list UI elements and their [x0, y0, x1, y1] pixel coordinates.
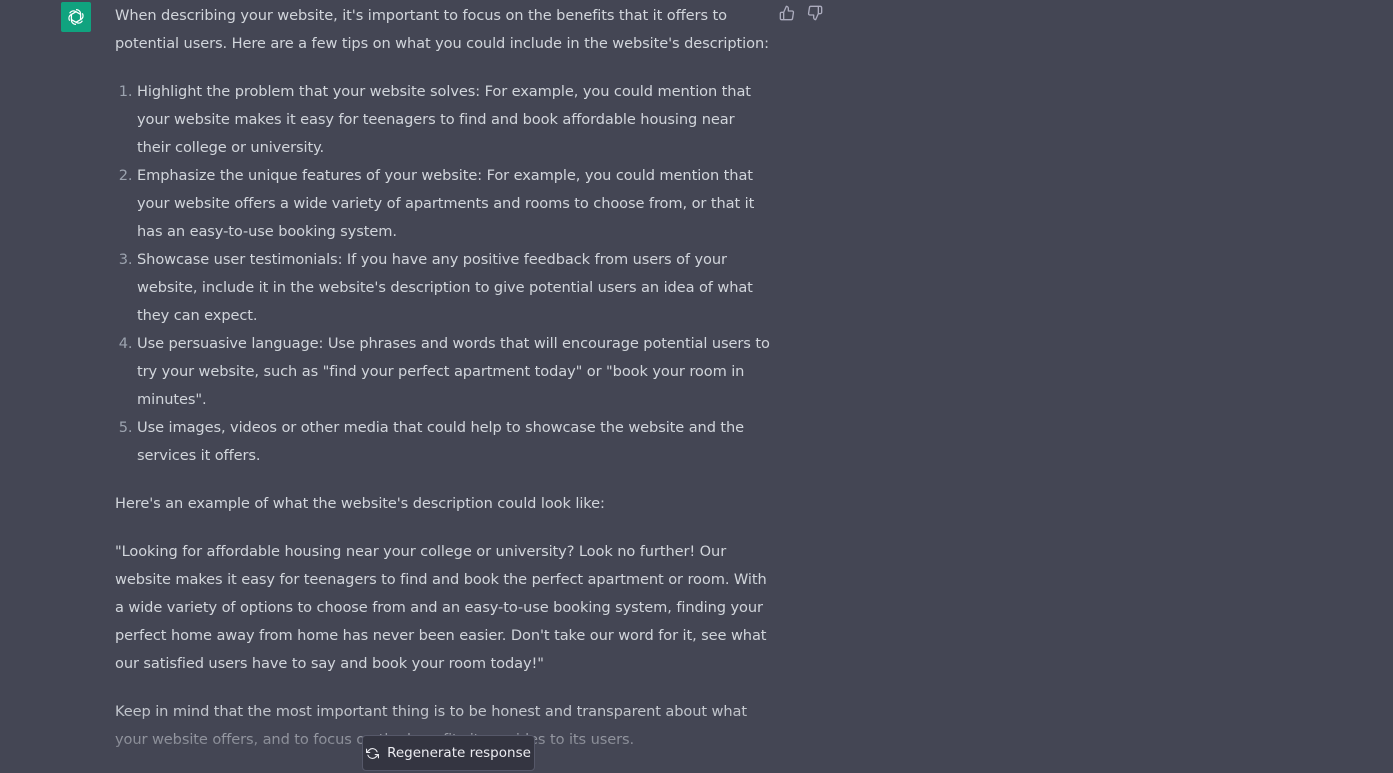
chat-response-view: When describing your website, it's impor… [0, 0, 1393, 773]
thumbs-up-button[interactable] [778, 4, 796, 22]
assistant-message: When describing your website, it's impor… [115, 2, 771, 773]
list-item: Use images, videos or other media that c… [137, 414, 771, 470]
assistant-avatar [61, 2, 91, 32]
regenerate-label: Regenerate response [387, 745, 531, 761]
list-item: Showcase user testimonials: If you have … [137, 246, 771, 330]
example-description: "Looking for affordable housing near you… [115, 543, 767, 672]
example-intro: Here's an example of what the website's … [115, 495, 605, 512]
list-item: Highlight the problem that your website … [137, 78, 771, 162]
thumbs-up-icon [779, 5, 795, 21]
thumbs-down-button[interactable] [806, 4, 824, 22]
openai-logo-icon [68, 9, 84, 25]
feedback-controls [778, 4, 824, 22]
regenerate-response-button[interactable]: Regenerate response [362, 735, 535, 771]
list-item: Emphasize the unique features of your we… [137, 162, 771, 246]
refresh-icon [366, 747, 380, 759]
thumbs-down-icon [807, 5, 823, 21]
list-item: Use persuasive language: Use phrases and… [137, 330, 771, 414]
tips-list: Highlight the problem that your website … [115, 78, 771, 470]
message-intro: When describing your website, it's impor… [115, 7, 769, 52]
